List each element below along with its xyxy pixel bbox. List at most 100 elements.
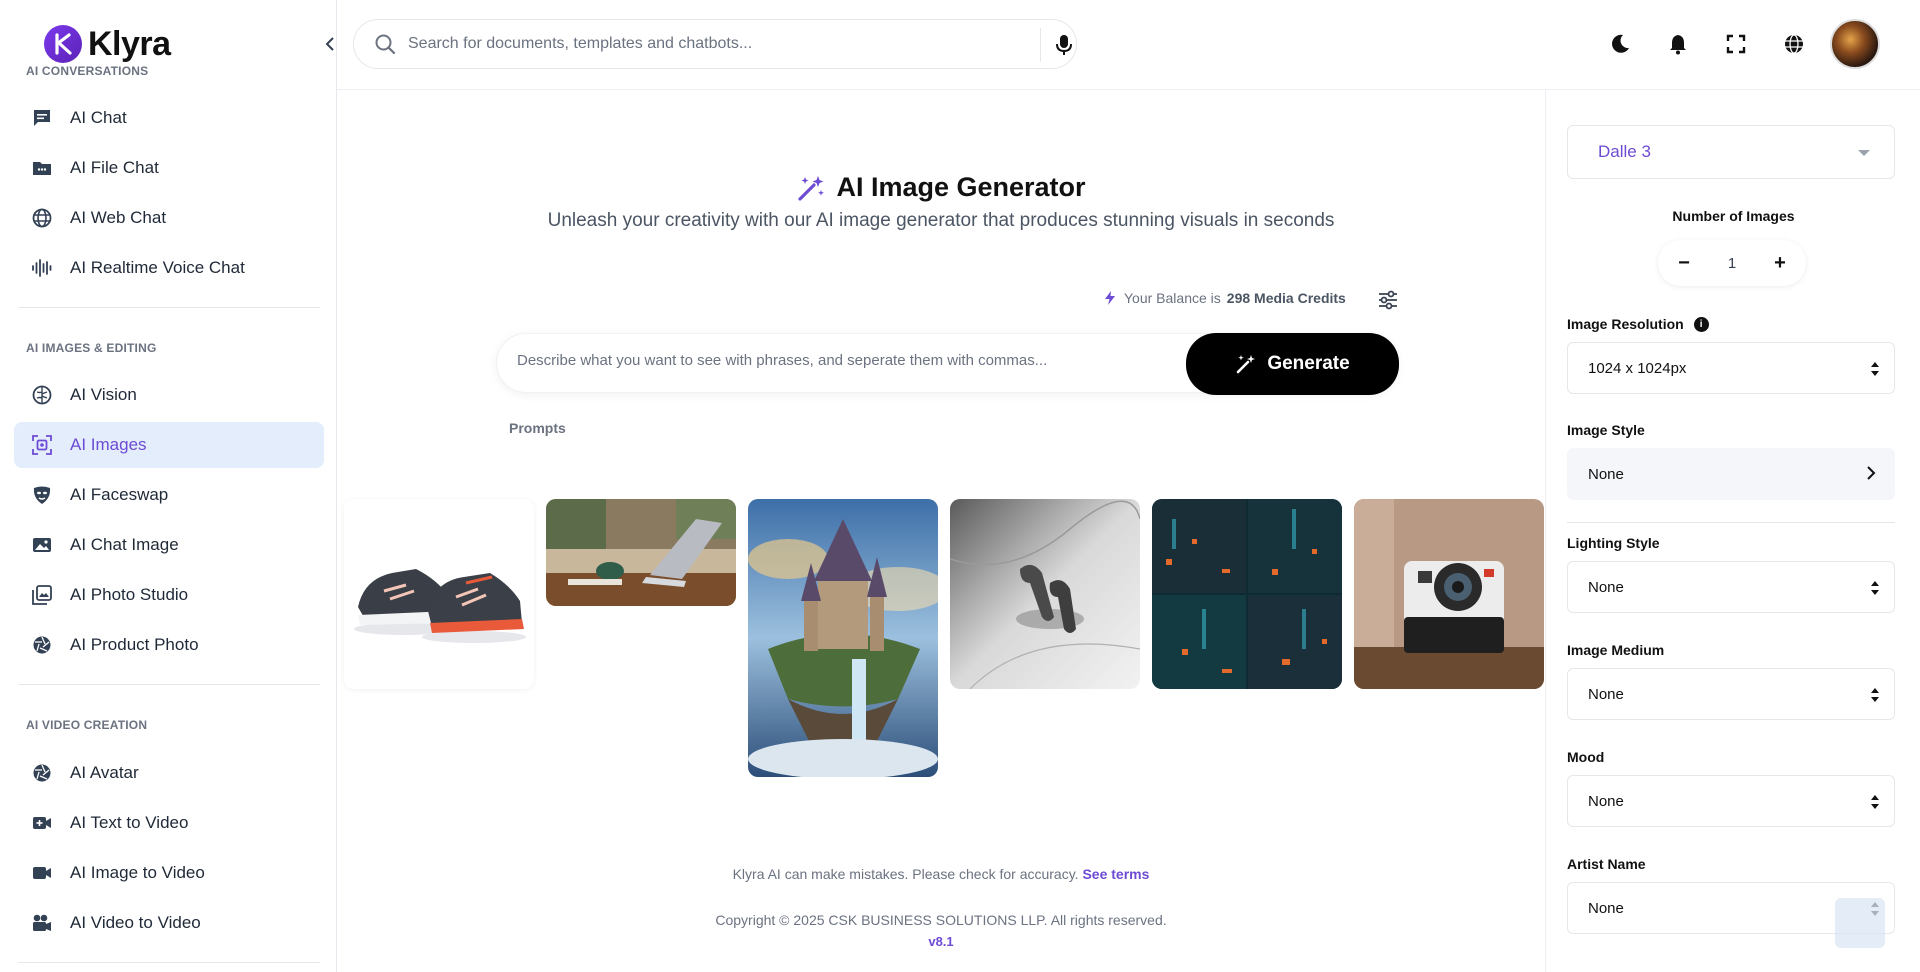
plus-button[interactable]: + xyxy=(1768,251,1792,275)
mood-select[interactable]: None xyxy=(1567,775,1895,827)
info-icon[interactable]: i xyxy=(1693,316,1709,332)
example-image-laptop[interactable] xyxy=(546,499,736,606)
mood-label: Mood xyxy=(1567,749,1604,765)
sidebar-item-label: AI Chat xyxy=(70,108,127,127)
model-select[interactable]: Dalle 3 xyxy=(1567,125,1895,179)
magic-wand-icon xyxy=(796,173,826,203)
medium-label-text: Image Medium xyxy=(1567,642,1665,658)
sidebar-item-ai-images[interactable]: AI Images xyxy=(14,422,324,468)
collapse-sidebar-icon[interactable] xyxy=(320,34,336,54)
aperture-icon xyxy=(30,633,54,657)
medium-select[interactable]: None xyxy=(1567,668,1895,720)
example-image-earbuds[interactable] xyxy=(950,499,1140,689)
section-label-conversations: AI CONVERSATIONS xyxy=(26,64,149,78)
notification-bell-icon[interactable] xyxy=(1665,31,1691,57)
sidebar-item-ai-image-to-video[interactable]: AI Image to Video xyxy=(14,850,324,896)
settings-panel: Dalle 3 Number of Images − 1 + Image Res… xyxy=(1545,90,1920,972)
page-title-row: AI Image Generator xyxy=(337,172,1545,208)
copyright: Copyright © 2025 CSK BUSINESS SOLUTIONS … xyxy=(715,912,1167,928)
sidebar-item-ai-avatar[interactable]: AI Avatar xyxy=(14,750,324,796)
sidebar-item-ai-realtime-voice-chat[interactable]: AI Realtime Voice Chat xyxy=(14,245,324,291)
example-image-castle[interactable] xyxy=(748,499,938,777)
sidebar-item-ai-photo-studio[interactable]: AI Photo Studio xyxy=(14,572,324,618)
photo-library-icon xyxy=(30,583,54,607)
example-image-camera[interactable] xyxy=(1354,499,1544,689)
sidebar-item-label: AI Video to Video xyxy=(70,913,201,932)
earbuds-image xyxy=(950,499,1140,689)
mask-icon xyxy=(30,483,54,507)
sidebar-item-ai-file-chat[interactable]: AI File Chat xyxy=(14,145,324,191)
photo-icon xyxy=(30,533,54,557)
disclaimer: Klyra AI can make mistakes. Please check… xyxy=(337,866,1545,882)
sidebar-item-label: AI Web Chat xyxy=(70,208,167,227)
search-input[interactable] xyxy=(408,35,1008,53)
language-globe-icon[interactable] xyxy=(1781,31,1807,57)
section-label-images: AI IMAGES & EDITING xyxy=(26,341,157,355)
page-title: AI Image Generator xyxy=(796,172,1086,203)
sidebar-item-ai-text-to-video[interactable]: AI Text to Video xyxy=(14,800,324,846)
search-icon xyxy=(374,33,396,55)
waveform-icon xyxy=(30,256,54,280)
sidebar-item-label: AI Product Photo xyxy=(70,635,199,654)
chat-icon xyxy=(30,106,54,130)
aperture-icon xyxy=(30,761,54,785)
sidebar-item-label: AI Realtime Voice Chat xyxy=(70,258,245,277)
select-arrows-icon xyxy=(1871,688,1879,702)
search-divider xyxy=(1040,28,1041,62)
style-value: None xyxy=(1588,465,1624,483)
balance-value: 298 Media Credits xyxy=(1226,290,1346,306)
sidebar-item-label: AI Image to Video xyxy=(70,863,205,882)
film-camera-icon xyxy=(30,911,54,935)
lighting-select[interactable]: None xyxy=(1567,561,1895,613)
settings-sliders-icon[interactable] xyxy=(1377,289,1401,311)
dropdown-caret-icon xyxy=(1858,150,1870,156)
num-images-value: 1 xyxy=(1727,254,1737,272)
prompt-box: Generate xyxy=(496,333,1399,395)
sidebar-item-ai-faceswap[interactable]: AI Faceswap xyxy=(14,472,324,518)
brand-logo[interactable]: Klyra xyxy=(44,24,171,64)
top-bar xyxy=(337,0,1920,90)
image-style-button[interactable]: None xyxy=(1567,448,1895,500)
example-image-city[interactable] xyxy=(1152,499,1342,689)
sidebar-item-label: AI Chat Image xyxy=(70,535,179,554)
num-images-stepper: − 1 + xyxy=(1658,240,1806,286)
panel-divider xyxy=(1567,522,1895,523)
video-plus-icon xyxy=(30,811,54,835)
page-title-text: AI Image Generator xyxy=(836,172,1086,202)
sidebar-item-ai-chat-image[interactable]: AI Chat Image xyxy=(14,522,324,568)
resolution-select[interactable]: 1024 x 1024px xyxy=(1567,342,1895,394)
sidebar-item-label: AI Avatar xyxy=(70,763,139,782)
prompt-input[interactable] xyxy=(517,352,1177,369)
sidebar-divider xyxy=(18,684,320,685)
sidebar-divider xyxy=(18,962,320,963)
generate-button[interactable]: Generate xyxy=(1186,333,1399,395)
scroll-to-top-button[interactable] xyxy=(1835,898,1885,948)
resolution-value: 1024 x 1024px xyxy=(1588,359,1687,377)
sidebar-divider xyxy=(18,307,320,308)
see-terms-link[interactable]: See terms xyxy=(1082,866,1149,882)
sidebar: Klyra AI CONVERSATIONS AI Chat AI File C… xyxy=(0,0,337,972)
sidebar-item-ai-web-chat[interactable]: AI Web Chat xyxy=(14,195,324,241)
dark-mode-icon[interactable] xyxy=(1607,31,1633,57)
sidebar-item-ai-vision[interactable]: AI Vision xyxy=(14,372,324,418)
sidebar-item-ai-chat[interactable]: AI Chat xyxy=(14,95,324,141)
fullscreen-icon[interactable] xyxy=(1723,31,1749,57)
example-image-sneakers[interactable] xyxy=(344,499,534,689)
microphone-icon[interactable] xyxy=(1053,33,1075,57)
brain-icon xyxy=(30,383,54,407)
brand-name: Klyra xyxy=(88,24,171,63)
sidebar-item-label: AI Photo Studio xyxy=(70,585,189,604)
page-subtitle: Unleash your creativity with our AI imag… xyxy=(547,210,1335,231)
lightning-icon xyxy=(1102,290,1118,306)
sidebar-item-ai-video-to-video[interactable]: AI Video to Video xyxy=(14,900,324,946)
select-arrows-icon xyxy=(1871,795,1879,809)
main-content: AI Image Generator Unleash your creativi… xyxy=(337,90,1545,972)
user-avatar[interactable] xyxy=(1830,19,1880,69)
city-image xyxy=(1152,499,1342,689)
select-arrows-icon xyxy=(1871,362,1879,376)
sidebar-item-label: AI Images xyxy=(70,435,147,454)
sidebar-item-ai-product-photo[interactable]: AI Product Photo xyxy=(14,622,324,668)
klyra-logo-icon xyxy=(44,25,82,63)
video-camera-icon xyxy=(30,861,54,885)
minus-button[interactable]: − xyxy=(1672,251,1696,275)
